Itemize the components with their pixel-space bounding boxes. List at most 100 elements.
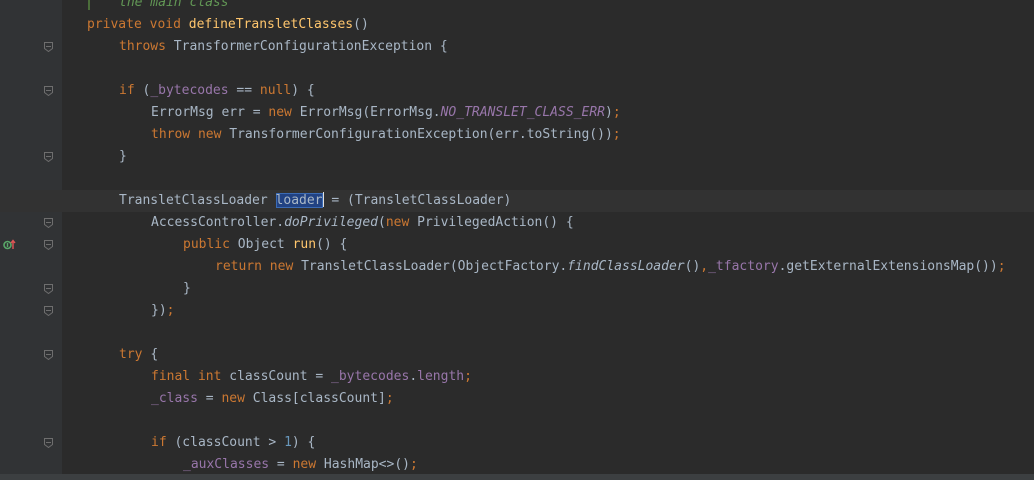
code-token: } — [119, 149, 127, 164]
fold-marker-icon[interactable] — [44, 284, 53, 294]
selected-token: loader — [275, 193, 323, 208]
code-token: ; — [612, 105, 621, 120]
code-token: defineTransletClasses — [188, 17, 354, 32]
code-token: new — [221, 391, 253, 406]
code-token: throw — [151, 127, 198, 142]
code-token: NO_TRANSLET_CLASS_ERR — [440, 105, 605, 120]
code-token: throws — [119, 39, 174, 54]
code-text: } — [183, 278, 191, 300]
fold-marker-icon[interactable] — [44, 42, 53, 52]
code-line[interactable]: return new TransletClassLoader(ObjectFac… — [0, 256, 1034, 278]
code-line[interactable]: } — [0, 278, 1034, 300]
code-text: if (classCount > 1) { — [151, 432, 315, 454]
code-text: private void defineTransletClasses() — [87, 14, 369, 36]
code-line[interactable]: public Object run() { — [0, 234, 1034, 256]
code-text: }); — [151, 300, 174, 322]
code-line[interactable]: private void defineTransletClasses() — [0, 14, 1034, 36]
fold-marker-icon[interactable] — [44, 306, 53, 316]
code-token: ; — [385, 391, 394, 406]
code-token: 1 — [284, 435, 292, 450]
code-line[interactable] — [0, 58, 1034, 80]
code-token: TransletClassLoader — [119, 193, 276, 208]
code-token: ; — [997, 259, 1006, 274]
code-line[interactable]: ErrorMsg err = new ErrorMsg(ErrorMsg.NO_… — [0, 102, 1034, 124]
code-text: try { — [119, 344, 158, 366]
code-token: ) — [604, 105, 613, 120]
code-token: ) { — [291, 435, 316, 450]
code-line[interactable]: if (classCount > 1) { — [0, 432, 1034, 454]
fold-marker-icon[interactable] — [44, 240, 53, 250]
code-token: try — [119, 347, 151, 362]
code-token: the main class — [119, 0, 229, 10]
code-text: AccessController.doPrivileged(new Privil… — [151, 212, 574, 234]
code-token: ; — [166, 303, 175, 318]
code-token: public — [183, 237, 238, 252]
horizontal-scrollbar[interactable] — [0, 474, 1034, 480]
code-text: TransletClassLoader loader = (TransletCl… — [119, 190, 511, 212]
code-token: TransformerConfigurationException(err.to… — [229, 127, 613, 142]
code-token: findClassLoader — [567, 259, 685, 274]
code-token: ErrorMsg(ErrorMsg. — [299, 105, 441, 120]
code-line[interactable]: throws TransformerConfigurationException… — [0, 36, 1034, 58]
code-token: null — [259, 83, 292, 98]
code-line[interactable]: _auxClasses = new HashMap<>(); — [0, 454, 1034, 476]
code-token: TransformerConfigurationException { — [173, 39, 448, 54]
code-token: () — [353, 17, 369, 32]
code-token: == — [228, 83, 260, 98]
override-marker-icon[interactable] — [3, 238, 17, 252]
code-token: = — [197, 391, 222, 406]
code-line[interactable] — [0, 410, 1034, 432]
code-token: Class[classCount] — [252, 391, 386, 406]
code-token: _bytecodes — [150, 83, 229, 98]
code-token: ; — [464, 369, 472, 384]
code-token: .getExternalExtensionsMap()) — [778, 259, 998, 274]
code-token: Object — [237, 237, 293, 252]
code-line[interactable]: }); — [0, 300, 1034, 322]
code-token: _bytecodes — [331, 369, 410, 384]
code-text: ErrorMsg err = new ErrorMsg(ErrorMsg.NO_… — [151, 102, 621, 124]
fold-marker-icon[interactable] — [44, 350, 53, 360]
fold-marker-icon[interactable] — [44, 438, 53, 448]
code-token: }) — [151, 303, 167, 318]
code-line[interactable]: TransletClassLoader loader = (TransletCl… — [0, 190, 1034, 212]
code-text: _auxClasses = new HashMap<>(); — [183, 454, 418, 476]
fold-marker-icon[interactable] — [44, 218, 53, 228]
code-text: public Object run() { — [183, 234, 347, 256]
code-token: if — [151, 435, 175, 450]
code-editor[interactable]: the main class private void defineTransle… — [0, 0, 1034, 480]
code-line[interactable]: } — [0, 146, 1034, 168]
code-token: run — [292, 237, 317, 252]
code-line[interactable]: try { — [0, 344, 1034, 366]
code-token: = — [269, 457, 293, 472]
code-line[interactable]: _class = new Class[classCount]; — [0, 388, 1034, 410]
code-token: new — [197, 127, 230, 142]
code-line[interactable]: throw new TransformerConfigurationExcept… — [0, 124, 1034, 146]
code-line[interactable]: AccessController.doPrivileged(new Privil… — [0, 212, 1034, 234]
code-text: final int classCount = _bytecodes.length… — [151, 366, 472, 388]
code-token: _tfactory — [708, 259, 779, 274]
code-token: } — [183, 281, 191, 296]
code-token: new — [292, 457, 324, 472]
code-token: HashMap<>() — [323, 457, 410, 472]
code-token: ErrorMsg err = — [151, 105, 269, 120]
fold-marker-icon[interactable] — [44, 152, 53, 162]
code-token: length — [417, 369, 465, 384]
code-token: ) { — [291, 83, 315, 98]
code-token: new — [269, 259, 302, 274]
code-line[interactable]: if (_bytecodes == null) { — [0, 80, 1034, 102]
code-token: int — [197, 369, 230, 384]
code-token: _class — [151, 391, 198, 406]
code-text: the main class — [119, 0, 229, 14]
code-token: () { — [316, 237, 348, 252]
code-token: if — [119, 83, 143, 98]
code-text: } — [119, 146, 127, 168]
code-token: , — [700, 259, 709, 274]
code-token: ; — [409, 457, 418, 472]
code-line[interactable]: final int classCount = _bytecodes.length… — [0, 366, 1034, 388]
code-token: () — [684, 259, 701, 274]
code-line[interactable] — [0, 322, 1034, 344]
fold-marker-icon[interactable] — [44, 86, 53, 96]
code-line[interactable] — [0, 168, 1034, 190]
code-line[interactable]: the main class — [0, 0, 1034, 14]
code-token: AccessController. — [151, 215, 285, 230]
